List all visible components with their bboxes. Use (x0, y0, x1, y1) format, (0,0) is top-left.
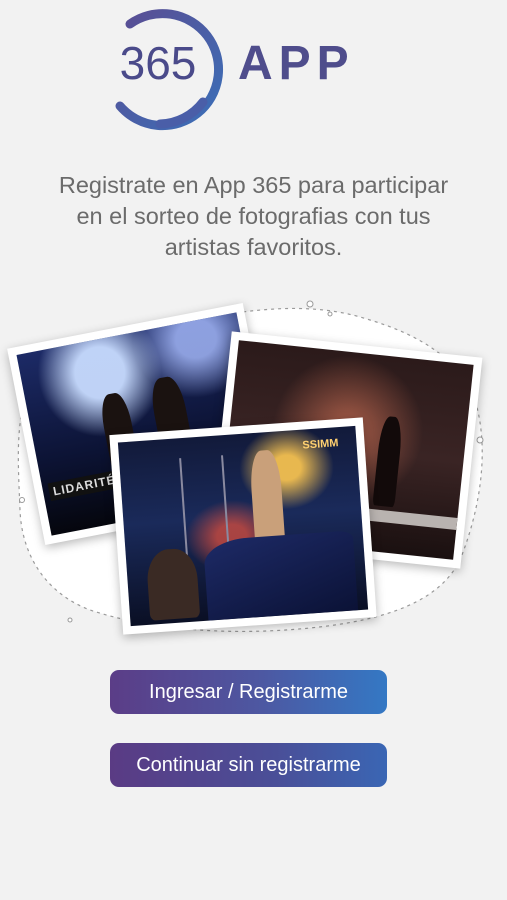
app-logo: 365 APP (100, 2, 410, 132)
logo-digits: 365 (119, 37, 197, 89)
intro-line-3: artistas favoritos. (164, 234, 343, 260)
intro-line-2: en el sorteo de fotografias con tus (76, 203, 431, 229)
intro-text: Registrate en App 365 para participar en… (12, 170, 495, 263)
continue-without-register-button[interactable]: Continuar sin registrarme (110, 743, 387, 787)
photo-collage: LIDARITÉS SSIMM (7, 290, 500, 640)
login-register-button[interactable]: Ingresar / Registrarme (110, 670, 387, 714)
intro-line-1: Registrate en App 365 para participar (58, 172, 449, 198)
logo-word: APP (238, 37, 355, 90)
photo-sign-text: SSIMM (302, 437, 339, 452)
welcome-screen: 365 APP Registrate en App 365 para parti… (0, 0, 507, 900)
concert-photo-fan: SSIMM (109, 417, 377, 635)
